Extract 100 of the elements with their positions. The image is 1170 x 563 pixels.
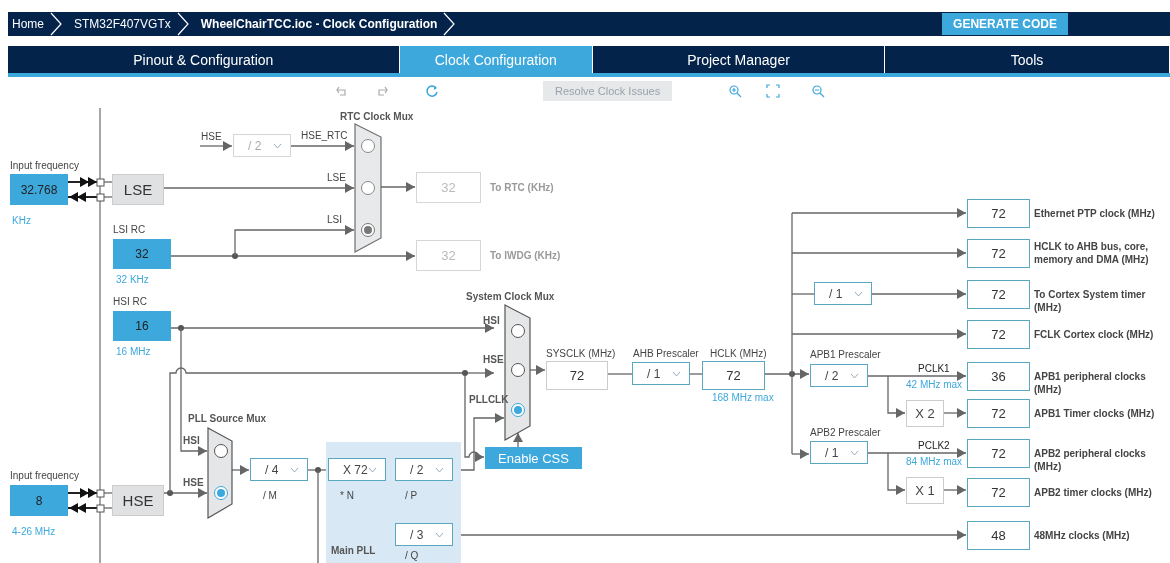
clock-output-label: FCLK Cortex clock (MHz): [1034, 328, 1155, 341]
panel-title: Main PLL: [331, 545, 376, 557]
tab[interactable]: Tools: [885, 46, 1170, 73]
hclk-input[interactable]: 72: [702, 361, 765, 390]
bus-label: PCLK2: [918, 440, 950, 452]
chevron-icon: [176, 12, 189, 36]
frequency-input[interactable]: 32.768: [10, 174, 68, 205]
max-frequency-note: 84 MHz max: [906, 456, 963, 468]
clock-output-value: 36: [967, 362, 1030, 391]
divider-caption: / M: [263, 490, 277, 502]
prescaler-dropdown[interactable]: / 2: [395, 458, 453, 481]
redo-icon[interactable]: [375, 84, 389, 98]
caret-icon: [435, 531, 444, 538]
wire-label: HSE: [183, 477, 204, 489]
breadcrumb-link[interactable]: WheelChairTCC.ioc - Clock Configuration: [196, 17, 444, 31]
connector-arrow: [943, 485, 967, 495]
clock-output-value: 72: [967, 439, 1030, 468]
mux-title: PLL Source Mux: [188, 413, 267, 425]
prescaler-dropdown[interactable]: / 2: [810, 364, 868, 387]
prescaler-label: AHB Prescaler: [633, 348, 699, 360]
breadcrumb-link[interactable]: STM32F407VGTx: [70, 17, 177, 31]
oscillator-block: LSE: [112, 174, 164, 205]
connector-line: [103, 181, 113, 183]
clock-output-label: APB2 timer clocks (MHz): [1034, 486, 1153, 499]
connector-line: [689, 373, 703, 375]
clock-output-label: HCLK to AHB bus, core, memory and DMA (MHz): [1034, 240, 1150, 266]
junction-dot: [315, 467, 321, 473]
junction-dot: [167, 490, 173, 496]
connector-arrow: [791, 449, 810, 459]
clock-output-value: 72: [967, 280, 1030, 309]
clock-output-label: Ethernet PTP clock (MHz): [1034, 207, 1156, 220]
divider-caption: / P: [405, 490, 418, 502]
mux-title: System Clock Mux: [466, 291, 555, 303]
prescaler-dropdown[interactable]: / 3: [395, 523, 453, 546]
prescaler-dropdown[interactable]: / 4: [250, 458, 308, 481]
sysclk-label: SYSCLK (MHz): [546, 348, 616, 360]
hclk-label: HCLK (MHz): [710, 348, 767, 360]
connector-line: [103, 196, 113, 198]
prescaler-dropdown[interactable]: X 72: [328, 458, 386, 481]
double-arrow: [67, 488, 98, 498]
connector-line: [607, 373, 633, 375]
prescaler-dropdown[interactable]: / 1: [810, 441, 868, 464]
multiplier-value: X 1: [906, 477, 944, 504]
connector-arrow: [199, 141, 233, 151]
zoom-in-icon[interactable]: [728, 84, 743, 98]
connector-arrow: [163, 488, 208, 498]
undo-icon[interactable]: [335, 84, 349, 98]
frequency-input[interactable]: 8: [10, 485, 68, 516]
wire-label: HSE: [201, 131, 222, 143]
junction-dot: [789, 371, 795, 377]
refresh-icon[interactable]: [425, 84, 439, 98]
output-value: 32: [416, 240, 481, 271]
clock-output-value: 72: [967, 399, 1030, 428]
pin-square: [96, 504, 105, 513]
chevron-icon: [50, 12, 62, 36]
caret-icon: [850, 372, 859, 379]
input-frequency-label: Input frequency: [10, 470, 79, 482]
connector-arrow: [380, 182, 416, 192]
tab[interactable]: Project Manager: [593, 46, 885, 73]
connector-arrow: [290, 141, 355, 151]
wire-label: LSI: [327, 214, 342, 226]
pin-square: [96, 193, 105, 202]
double-arrow: [67, 192, 98, 202]
bus-label: PCLK1: [918, 363, 950, 375]
wire-label: HSE: [483, 354, 504, 366]
prescaler-dropdown[interactable]: / 1: [632, 362, 690, 385]
max-frequency-note: 168 MHz max: [712, 392, 774, 404]
prescaler-dropdown[interactable]: / 1: [814, 282, 872, 305]
fit-screen-icon[interactable]: [766, 84, 781, 98]
frequency-label: 32 KHz: [116, 274, 149, 286]
double-arrow: [67, 503, 98, 513]
chevron-icon: [443, 12, 456, 36]
frequency-range-label: 4-26 MHz: [12, 526, 56, 538]
sysclk-value: 72: [546, 361, 608, 390]
zoom-out-icon[interactable]: [811, 84, 826, 98]
mux-title: RTC Clock Mux: [340, 111, 414, 123]
junction-dot: [178, 325, 184, 331]
clock-output-label: To Cortex System timer (MHz): [1034, 288, 1147, 314]
oscillator-label: HSI RC: [113, 296, 147, 308]
clock-output-label: APB2 peripheral clocks (MHz): [1034, 447, 1147, 473]
pin-square: [96, 178, 105, 187]
caret-icon: [368, 466, 377, 473]
divider-caption: / Q: [405, 550, 419, 562]
connector-line: [103, 507, 113, 509]
input-frequency-label: Input frequency: [10, 160, 79, 172]
breadcrumb-link[interactable]: Home: [8, 17, 50, 31]
max-frequency-note: 42 MHz max: [906, 379, 963, 391]
clock-output-label: APB1 peripheral clocks (MHz): [1034, 370, 1147, 396]
wire-label: HSI: [183, 435, 200, 447]
connector-arrow: [231, 465, 250, 475]
clock-output-value: 72: [967, 199, 1030, 228]
connector-arrow: [764, 369, 810, 379]
clock-output-value: 72: [967, 320, 1030, 349]
clock-output-label: 48MHz clocks (MHz): [1034, 529, 1131, 542]
frequency-label: 16 MHz: [116, 346, 151, 358]
connector-line: [103, 492, 113, 494]
caret-icon: [672, 370, 681, 377]
tab[interactable]: Pinout & Configuration: [8, 46, 400, 73]
prescaler-label: APB1 Prescaler: [810, 349, 881, 361]
wire-label: HSE_RTC: [301, 130, 348, 142]
